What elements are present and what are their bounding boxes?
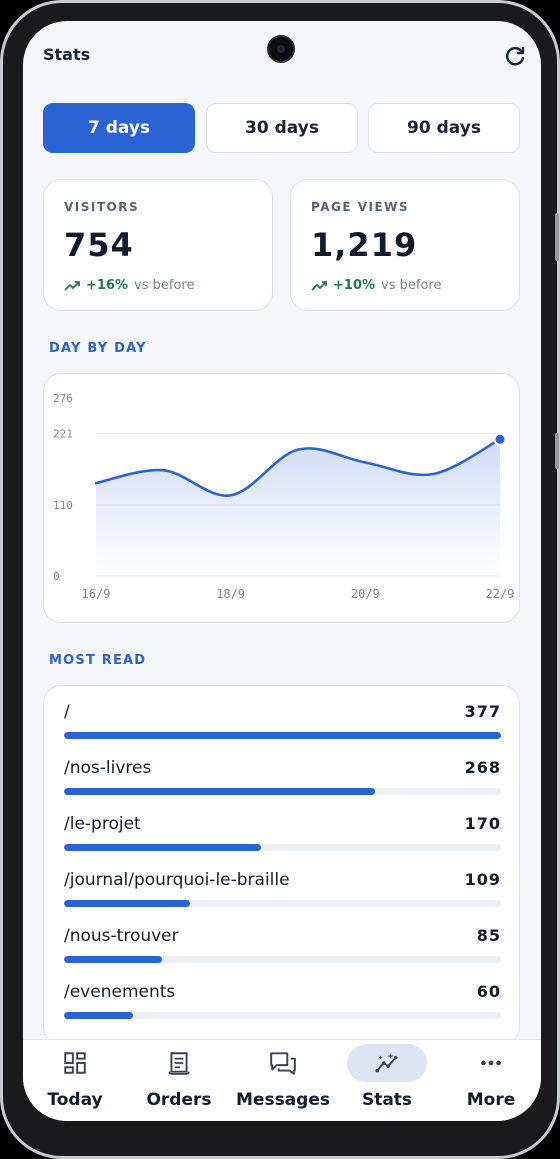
range-tab-30-days[interactable]: 30 days (206, 103, 358, 153)
nav-item-orders[interactable]: Orders (127, 1040, 231, 1121)
page-views-label: PAGE VIEWS (311, 200, 410, 214)
nav-item-more[interactable]: More (439, 1040, 541, 1121)
visitors-value: 754 (64, 226, 134, 264)
bar-track (64, 956, 501, 963)
bar-fill (64, 956, 163, 963)
nav-item-messages[interactable]: Messages (231, 1040, 335, 1121)
bar-fill (64, 1012, 134, 1019)
most-read-list: / 377 /nos-livres 268 /le-projet 170 /jo… (43, 685, 520, 1045)
x-tick-label: 18/9 (216, 587, 245, 601)
page-views-change-suffix: vs before (381, 278, 442, 293)
phone-frame: Stats 7 days 30 days 90 days VISITORS 75… (0, 0, 560, 1159)
bottom-nav: Today Orders Messages Stats More (23, 1039, 541, 1121)
series-area (96, 439, 500, 576)
refresh-icon[interactable] (503, 45, 527, 69)
x-tick-label: 16/9 (82, 587, 111, 601)
list-item[interactable]: /evenements 60 (64, 982, 501, 1032)
volume-button (555, 213, 559, 261)
list-item[interactable]: /le-projet 170 (64, 814, 501, 864)
page-count: 60 (476, 982, 501, 1001)
trending-up-icon (311, 280, 327, 291)
list-item[interactable]: /nos-livres 268 (64, 758, 501, 808)
day-by-day-chart: 0 110 221 276 16/9 18/9 20/9 22/9 (43, 373, 520, 623)
visitors-label: VISITORS (64, 200, 140, 214)
list-item[interactable]: /journal/pourquoi-le-braille 109 (64, 870, 501, 920)
page-title: Stats (43, 45, 91, 64)
list-item[interactable]: /nous-trouver 85 (64, 926, 501, 976)
most-read-heading: MOST READ (49, 653, 147, 668)
y-tick-label: 221 (53, 427, 73, 440)
nav-label: Orders (146, 1090, 212, 1110)
y-tick-label: 0 (53, 570, 60, 583)
list-item[interactable]: / 377 (64, 702, 501, 752)
dashboard-icon (64, 1052, 86, 1074)
nav-label: Today (47, 1090, 103, 1110)
range-tab-90-days[interactable]: 90 days (368, 103, 520, 153)
power-button (555, 433, 559, 469)
page-path: /le-projet (64, 814, 141, 834)
front-camera (267, 35, 295, 63)
page-path: /evenements (64, 982, 176, 1002)
page-count: 85 (476, 926, 501, 945)
nav-item-today[interactable]: Today (23, 1040, 127, 1121)
nav-label: Messages (236, 1090, 330, 1110)
y-tick-label: 276 (53, 392, 73, 405)
x-tick-label: 22/9 (486, 587, 515, 601)
screen: Stats 7 days 30 days 90 days VISITORS 75… (23, 21, 541, 1121)
y-tick-label: 110 (53, 499, 73, 512)
more-dots-icon (481, 1060, 501, 1066)
range-tab-7-days[interactable]: 7 days (43, 103, 195, 153)
page-path: /journal/pourquoi-le-braille (64, 870, 290, 890)
visitors-card: VISITORS 754 +16% vs before (43, 179, 273, 311)
page-views-value: 1,219 (311, 226, 418, 264)
bar-track (64, 732, 501, 739)
nav-item-stats[interactable]: Stats (335, 1040, 439, 1121)
bar-fill (64, 900, 191, 907)
receipt-icon (168, 1052, 190, 1075)
page-path: / (64, 702, 70, 722)
page-path: /nous-trouver (64, 926, 179, 946)
chat-icon (270, 1052, 296, 1075)
page-count: 268 (464, 758, 501, 777)
page-count: 170 (464, 814, 501, 833)
bar-track (64, 1012, 501, 1019)
page-count: 377 (464, 702, 501, 721)
nav-label: More (466, 1090, 516, 1110)
page-path: /nos-livres (64, 758, 152, 778)
chart-svg: 0 110 221 276 16/9 18/9 20/9 22/9 (53, 392, 515, 601)
visitors-change: +16% (86, 278, 129, 293)
insights-icon (375, 1053, 398, 1073)
bar-fill (64, 732, 501, 739)
visitors-change-suffix: vs before (134, 278, 195, 293)
nav-label: Stats (361, 1090, 413, 1110)
trending-up-icon (64, 280, 80, 291)
bar-fill (64, 844, 262, 851)
x-tick-label: 20/9 (351, 587, 380, 601)
page-count: 109 (464, 870, 501, 889)
data-point (493, 432, 507, 446)
bar-track (64, 900, 501, 907)
day-by-day-heading: DAY BY DAY (49, 341, 147, 356)
bar-fill (64, 788, 375, 795)
page-views-change: +10% (333, 278, 376, 293)
page-views-card: PAGE VIEWS 1,219 +10% vs before (290, 179, 520, 311)
bar-track (64, 788, 501, 795)
bar-track (64, 844, 501, 851)
